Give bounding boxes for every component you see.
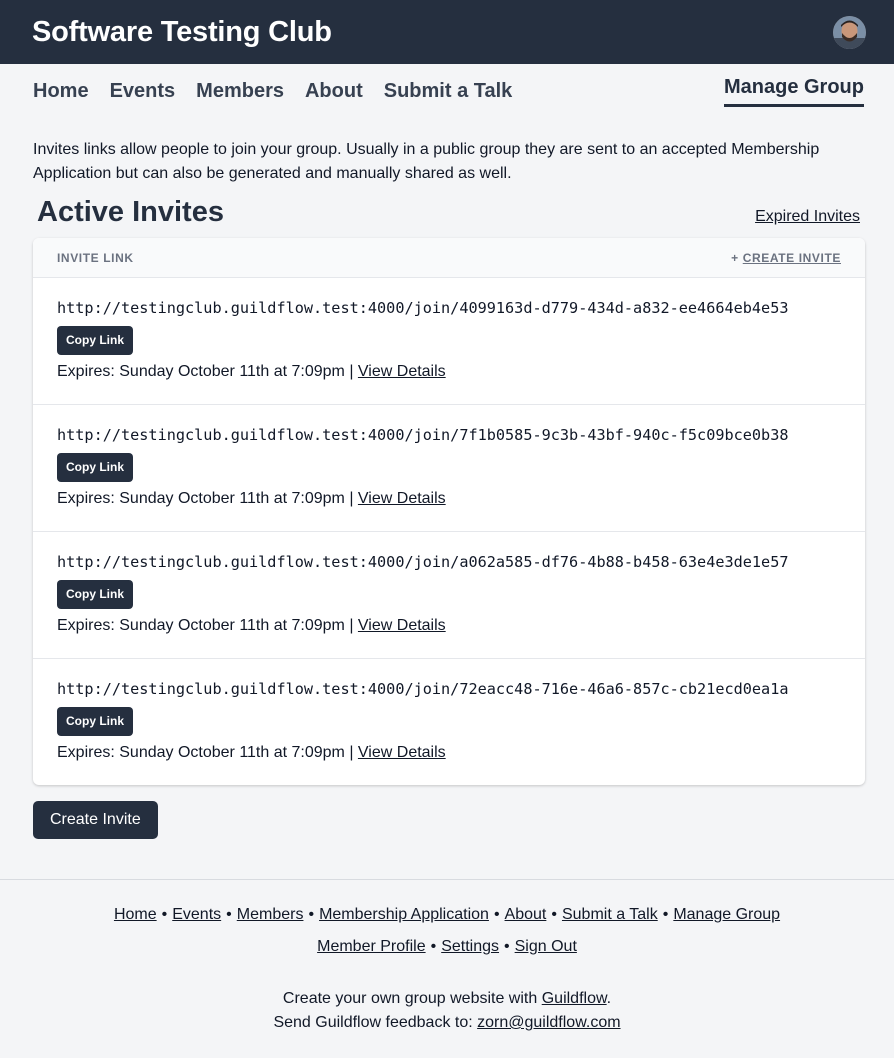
expired-invites-link[interactable]: Expired Invites [755, 208, 860, 226]
copy-link-button[interactable]: Copy Link [57, 580, 134, 609]
footer-links: Home • Events • Members • Membership Applicati… [0, 899, 894, 963]
nav-submit-talk[interactable]: Submit a Talk [384, 80, 513, 103]
view-details-link[interactable]: View Details [358, 617, 446, 634]
invite-url: http://testingclub.guildflow.test:4000/j… [57, 553, 789, 571]
user-avatar[interactable] [833, 15, 866, 49]
invite-expiry: Expires: Sunday October 11th at 7:09pm |… [57, 488, 841, 510]
separator: • [430, 938, 437, 955]
footer-membership-application-link[interactable]: Membership Application [319, 906, 489, 923]
nav-members[interactable]: Members [196, 80, 284, 103]
footer-links-row-1: Home • Events • Members • Membership Applicati… [0, 899, 894, 931]
separator: • [493, 906, 500, 923]
table-row: http://testingclub.guildflow.test:4000/j… [33, 532, 865, 659]
view-details-link[interactable]: View Details [358, 744, 446, 761]
table-row: http://testingclub.guildflow.test:4000/j… [33, 659, 865, 785]
copy-link-button[interactable]: Copy Link [57, 326, 134, 355]
invite-url: http://testingclub.guildflow.test:4000/j… [57, 426, 789, 444]
nav-about[interactable]: About [305, 80, 363, 103]
separator: • [662, 906, 669, 923]
expiry-text: Expires: Sunday October 11th at 7:09pm | [57, 363, 354, 380]
footer-about-link[interactable]: About [505, 906, 547, 923]
create-invite-header-link[interactable]: + CREATE INVITE [731, 251, 841, 265]
plus-icon: + [731, 250, 739, 265]
separator: • [308, 906, 315, 923]
copy-link-button[interactable]: Copy Link [57, 453, 134, 482]
site-footer: Home • Events • Members • Membership Applicati… [0, 879, 894, 1035]
nav-events[interactable]: Events [110, 80, 176, 103]
footer-sign-out-link[interactable]: Sign Out [515, 938, 577, 955]
separator: • [226, 906, 232, 923]
feedback-email-link[interactable]: zorn@guildflow.com [477, 1014, 620, 1031]
site-header: Software Testing Club [0, 0, 894, 64]
invites-table: INVITE LINK + CREATE INVITE http://testin… [33, 238, 865, 785]
create-invite-button[interactable]: Create Invite [33, 801, 158, 839]
invite-url: http://testingclub.guildflow.test:4000/j… [57, 299, 789, 317]
feedback-line: Send Guildflow feedback to: zorn@guildfl… [0, 1011, 894, 1035]
table-header: INVITE LINK + CREATE INVITE [33, 238, 865, 278]
invite-expiry: Expires: Sunday October 11th at 7:09pm |… [57, 742, 841, 764]
table-row: http://testingclub.guildflow.test:4000/j… [33, 405, 865, 532]
create-invite-label[interactable]: CREATE INVITE [743, 251, 841, 265]
nav-home[interactable]: Home [33, 80, 89, 103]
expiry-text: Expires: Sunday October 11th at 7:09pm | [57, 744, 354, 761]
nav-manage-group[interactable]: Manage Group [723, 76, 864, 107]
footer-settings-link[interactable]: Settings [441, 938, 499, 955]
column-header-invite-link: INVITE LINK [57, 250, 134, 265]
separator: • [551, 906, 557, 923]
feedback-prefix: Send Guildflow feedback to: [273, 1014, 473, 1031]
footer-submit-talk-link[interactable]: Submit a Talk [562, 906, 658, 923]
footer-member-profile-link[interactable]: Member Profile [317, 938, 425, 955]
guildflow-link[interactable]: Guildflow [542, 990, 607, 1007]
copy-link-button[interactable]: Copy Link [57, 707, 134, 736]
separator: • [504, 938, 510, 955]
view-details-link[interactable]: View Details [358, 490, 446, 507]
footer-home-link[interactable]: Home [114, 906, 157, 923]
main-nav: Home Events Members About Submit a Talk … [0, 64, 894, 120]
invite-expiry: Expires: Sunday October 11th at 7:09pm |… [57, 361, 841, 383]
page-title: Active Invites [37, 196, 224, 228]
section-header: Active Invites Expired Invites [0, 186, 894, 228]
footer-manage-group-link[interactable]: Manage Group [673, 906, 780, 923]
credit-line: Create your own group website with Guild… [0, 987, 894, 1011]
view-details-link[interactable]: View Details [358, 363, 446, 380]
credit-prefix: Create your own group website with [282, 990, 538, 1007]
footer-links-row-2: Member Profile • Settings • Sign Out [0, 931, 894, 963]
footer-events-link[interactable]: Events [172, 906, 221, 923]
footer-members-link[interactable]: Members [237, 906, 304, 923]
site-title[interactable]: Software Testing Club [32, 16, 332, 49]
invite-expiry: Expires: Sunday October 11th at 7:09pm |… [57, 615, 841, 637]
intro-text: Invites links allow people to join your … [33, 141, 820, 182]
table-row: http://testingclub.guildflow.test:4000/j… [33, 278, 865, 405]
separator: • [161, 906, 168, 923]
footer-credits: Create your own group website with Guild… [0, 987, 894, 1035]
expiry-text: Expires: Sunday October 11th at 7:09pm | [57, 617, 354, 634]
expiry-text: Expires: Sunday October 11th at 7:09pm | [57, 490, 354, 507]
invite-url: http://testingclub.guildflow.test:4000/j… [57, 680, 789, 698]
credit-suffix: . [606, 990, 612, 1007]
